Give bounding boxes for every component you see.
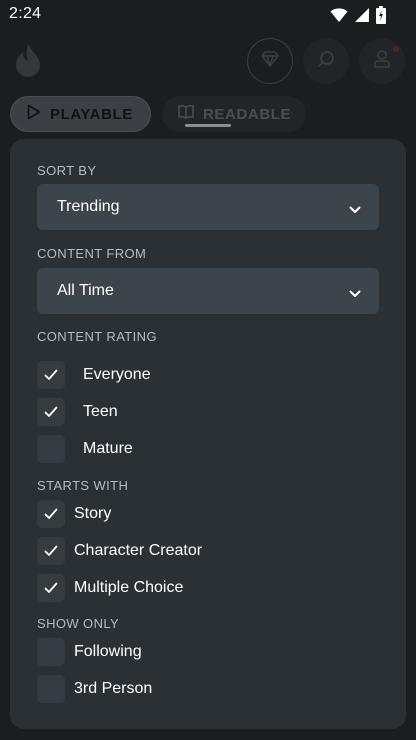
checkbox-story[interactable] — [37, 500, 65, 528]
rating-option-label: Everyone — [83, 366, 151, 383]
show-only-option-label: Following — [74, 643, 142, 660]
tab-scroll-indicator — [185, 124, 231, 127]
rating-option-mature[interactable]: Mature — [37, 435, 133, 463]
starts-with-option-label: Story — [74, 505, 112, 522]
starts-with-option-label: Character Creator — [74, 542, 203, 559]
tab-readable[interactable]: READABLE — [162, 96, 306, 132]
show-only-label: SHOW ONLY — [37, 616, 120, 631]
sort-by-label: SORT BY — [37, 163, 97, 178]
starts-with-option-character-creator[interactable]: Character Creator — [37, 537, 202, 565]
checkbox-multiple-choice[interactable] — [37, 574, 65, 602]
tab-playable[interactable]: PLAYABLE — [10, 96, 151, 132]
gem-button[interactable] — [247, 38, 293, 84]
book-icon — [178, 104, 194, 123]
profile-button[interactable] — [359, 38, 405, 84]
flame-logo-icon[interactable] — [15, 43, 41, 82]
wifi-icon — [330, 7, 348, 28]
filter-panel: SORT BY Trending CONTENT FROM All Time C… — [10, 139, 406, 729]
checkbox-teen[interactable] — [37, 398, 65, 426]
rating-option-label: Teen — [83, 403, 118, 420]
starts-with-option-story[interactable]: Story — [37, 500, 111, 528]
content-type-tabs: PLAYABLE READABLE — [0, 96, 416, 136]
rating-option-teen[interactable]: Teen — [37, 398, 118, 426]
content-from-dropdown[interactable]: All Time — [37, 268, 379, 314]
content-from-label: CONTENT FROM — [37, 246, 147, 261]
sort-by-value: Trending — [57, 198, 120, 215]
rating-option-everyone[interactable]: Everyone — [37, 361, 151, 389]
search-icon — [317, 50, 335, 73]
content-rating-label: CONTENT RATING — [37, 329, 157, 344]
app-screen: 2:24 PLAYABLE READABLE SORT BY Trending … — [0, 0, 416, 740]
tab-readable-label: READABLE — [203, 105, 292, 123]
rating-option-label: Mature — [83, 440, 133, 457]
chevron-down-icon — [349, 201, 361, 219]
starts-with-option-label: Multiple Choice — [74, 579, 184, 596]
sort-by-dropdown[interactable]: Trending — [37, 184, 379, 230]
show-only-option-3rd-person[interactable]: 3rd Person — [37, 675, 152, 703]
starts-with-label: STARTS WITH — [37, 478, 129, 493]
checkbox-everyone[interactable] — [37, 361, 65, 389]
show-only-option-label: 3rd Person — [74, 680, 153, 697]
app-header — [0, 30, 416, 92]
content-from-value: All Time — [57, 282, 114, 299]
checkbox-character-creator[interactable] — [37, 537, 65, 565]
search-button[interactable] — [303, 38, 349, 84]
status-bar: 2:24 — [0, 0, 416, 30]
battery-icon — [376, 6, 386, 29]
play-icon — [27, 104, 41, 124]
checkbox-following[interactable] — [37, 638, 65, 666]
notification-dot — [393, 46, 399, 52]
checkbox-3rd-person[interactable] — [37, 675, 65, 703]
chevron-down-icon — [349, 285, 361, 303]
tab-playable-label: PLAYABLE — [50, 105, 133, 123]
status-time: 2:24 — [9, 5, 42, 22]
gem-icon — [260, 50, 280, 72]
status-icons — [330, 6, 386, 29]
starts-with-option-multiple-choice[interactable]: Multiple Choice — [37, 574, 183, 602]
signal-icon — [354, 7, 370, 28]
checkbox-mature[interactable] — [37, 435, 65, 463]
profile-icon — [374, 49, 390, 73]
show-only-option-following[interactable]: Following — [37, 638, 142, 666]
